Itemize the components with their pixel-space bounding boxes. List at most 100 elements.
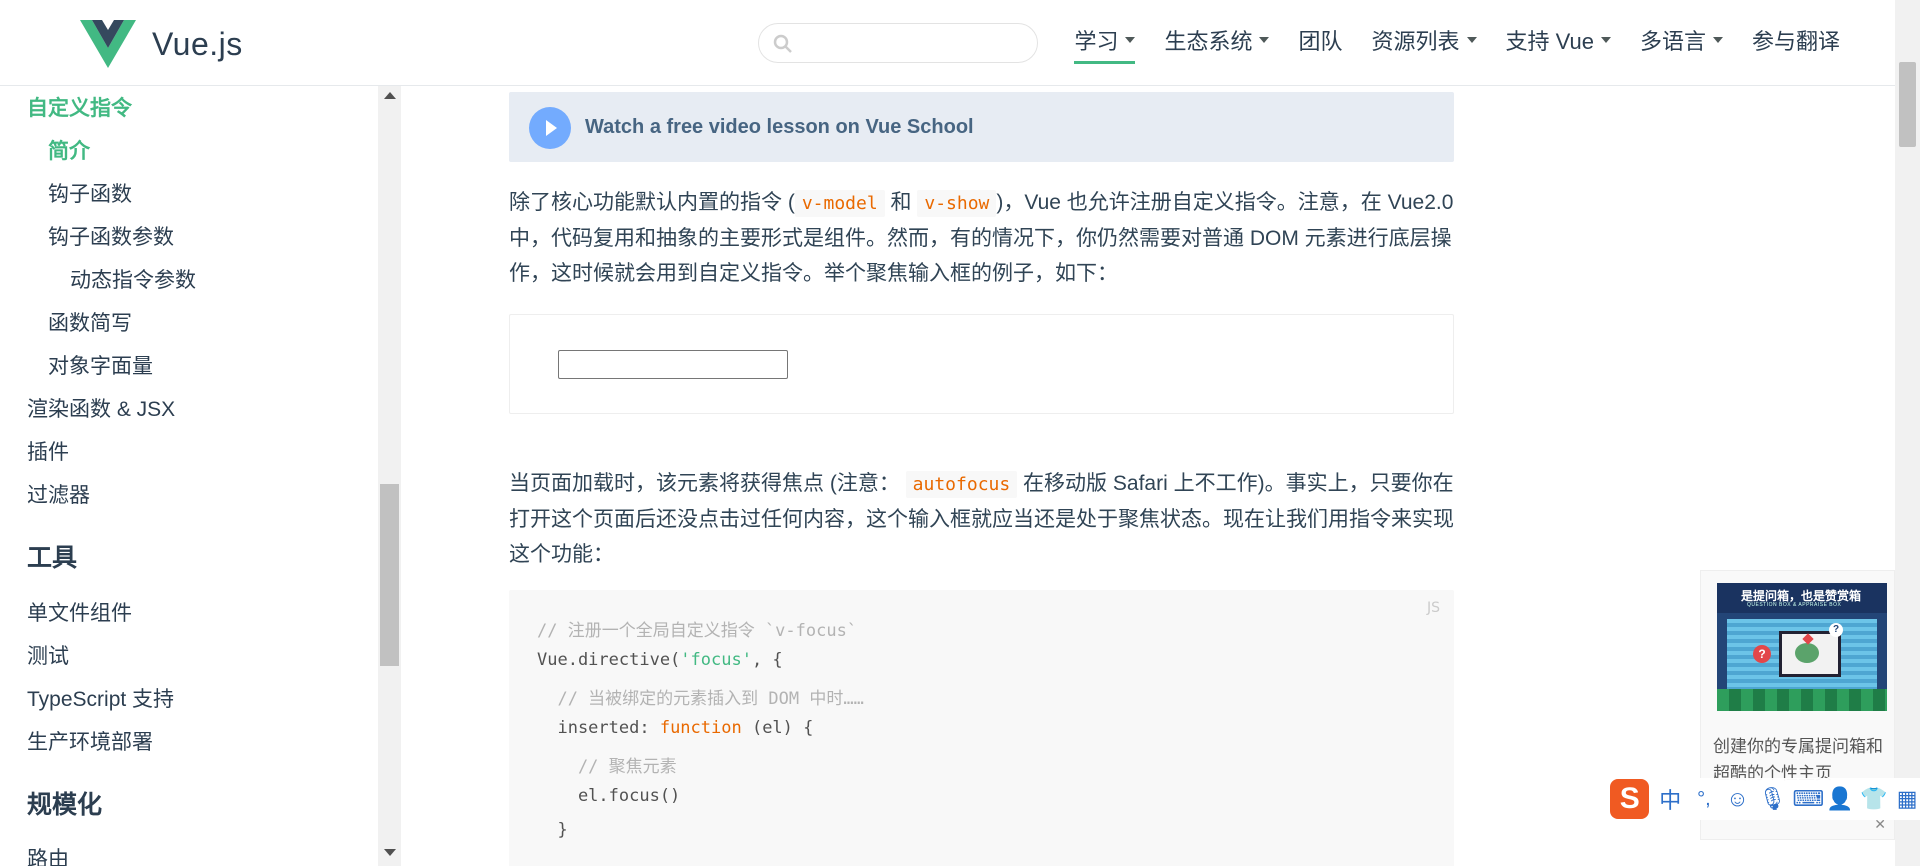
ad-image-floor	[1717, 689, 1887, 711]
ime-punctuation-toggle[interactable]: °,	[1691, 788, 1717, 811]
skin-icon[interactable]: 👕	[1860, 786, 1887, 812]
code-comment: // 当被绑定的元素插入到 DOM 中时……	[537, 689, 864, 709]
code-keyword: function	[659, 718, 742, 738]
code-line: // 注册一个全局自定义指令 `v-focus`	[537, 616, 857, 641]
sidebar-item-dynamic-arguments[interactable]: 动态指令参数	[70, 264, 196, 294]
page-scrollbar[interactable]	[1895, 0, 1920, 866]
text: 除了核心功能默认内置的指令 (	[509, 191, 795, 214]
play-icon	[529, 107, 571, 149]
nav-languages[interactable]: 多语言	[1640, 24, 1723, 64]
sidebar-item-deployment[interactable]: 生产环境部署	[27, 726, 153, 756]
nav-label: 生态系统	[1164, 29, 1253, 54]
sidebar-heading-scaling: 规模化	[27, 791, 103, 819]
nav-label: 参与翻译	[1751, 29, 1840, 54]
nav-label: 支持 Vue	[1505, 29, 1594, 54]
sidebar-item-testing[interactable]: 测试	[27, 640, 69, 670]
chevron-down-icon	[1125, 37, 1136, 43]
sidebar-item-sfc[interactable]: 单文件组件	[27, 597, 132, 627]
vue-logo-icon	[80, 20, 136, 68]
nav-resources[interactable]: 资源列表	[1372, 24, 1477, 64]
code-text: el.focus()	[537, 786, 681, 806]
code-line: }	[537, 820, 568, 840]
sogou-logo-icon[interactable]: S	[1610, 779, 1650, 819]
sidebar-heading-tools: 工具	[27, 544, 78, 572]
top-header: Vue.js 学习 生态系统 团队 资源列表 支持 Vue 多语言 参与翻译	[0, 0, 1895, 86]
sidebar-item-filters[interactable]: 过滤器	[27, 479, 90, 509]
nav-team[interactable]: 团队	[1298, 24, 1342, 64]
user-icon[interactable]: 👤	[1826, 786, 1853, 812]
code-line: // 聚焦元素	[537, 752, 677, 777]
sidebar-item-intro[interactable]: 简介	[48, 135, 90, 165]
nav-label: 资源列表	[1371, 29, 1460, 54]
scroll-down-arrow-icon[interactable]	[384, 849, 396, 856]
sidebar-item-hook-functions[interactable]: 钩子函数	[48, 178, 132, 208]
text: 当页面加载时，该元素将获得焦点 (注意：	[509, 472, 900, 495]
code-language-label: JS	[1426, 600, 1440, 616]
code-text: Vue.directive(	[537, 650, 681, 670]
demo-focus-input[interactable]	[558, 350, 788, 379]
scroll-up-arrow-icon[interactable]	[384, 92, 396, 99]
chevron-down-icon	[1600, 37, 1611, 43]
text: 和	[884, 191, 918, 214]
search-box[interactable]	[758, 23, 1038, 63]
nav-label: 团队	[1298, 29, 1343, 54]
nav-ecosystem[interactable]: 生态系统	[1164, 24, 1270, 64]
sidebar-item-custom-directive[interactable]: 自定义指令	[27, 92, 132, 122]
page-scrollbar-thumb[interactable]	[1899, 62, 1916, 147]
sidebar-item-function-shorthand[interactable]: 函数简写	[48, 307, 132, 337]
question-mark-icon: ?	[1829, 623, 1843, 637]
code-line: inserted: function (el) {	[537, 718, 813, 738]
chevron-down-icon	[1712, 37, 1723, 43]
intro-paragraph: 除了核心功能默认内置的指令 (v-model 和 v-show)，Vue 也允许…	[509, 185, 1459, 291]
ad-image-subtitle: QUESTION BOX & APPRAISE BOX	[1747, 602, 1842, 608]
sidebar-item-plugins[interactable]: 插件	[27, 436, 69, 466]
sidebar-item-typescript[interactable]: TypeScript 支持	[27, 683, 174, 713]
nav-support-vue[interactable]: 支持 Vue	[1506, 24, 1611, 64]
microphone-icon[interactable]: 🎙	[1758, 786, 1786, 812]
vue-school-link-text: Watch a free video lesson on Vue School	[585, 116, 974, 138]
code-line: Vue.directive('focus', {	[537, 650, 783, 670]
sidebar-scrollbar-thumb[interactable]	[380, 484, 399, 666]
nav-label: 多语言	[1639, 29, 1706, 54]
inline-code: autofocus	[905, 471, 1018, 498]
keyboard-icon[interactable]: ⌨	[1792, 786, 1824, 812]
nav-label: 学习	[1074, 29, 1119, 54]
ad-image[interactable]: 是提问箱，也是赞赏箱 QUESTION BOX & APPRAISE BOX ?…	[1717, 583, 1887, 711]
search-icon	[773, 34, 792, 53]
vue-school-banner[interactable]: Watch a free video lesson on Vue School	[509, 92, 1454, 162]
inline-code: v-show	[917, 190, 997, 217]
sidebar-item-object-literals[interactable]: 对象字面量	[48, 350, 153, 380]
ime-mode-toggle[interactable]: 中	[1657, 783, 1683, 815]
code-comment: // 注册一个全局自定义指令 `v-focus`	[537, 621, 858, 641]
code-text: (el) {	[741, 718, 814, 738]
logo-text: Vue.js	[152, 25, 243, 62]
emoji-icon[interactable]: ☺	[1725, 786, 1751, 812]
ime-toolbar: S 中 °, ☺ 🎙 ⌨ 👤 👕 ▦	[1610, 778, 1920, 820]
code-text: }	[537, 820, 568, 840]
demo-box	[509, 314, 1454, 414]
sidebar-item-render-jsx[interactable]: 渲染函数 & JSX	[27, 393, 175, 423]
code-line: el.focus()	[537, 786, 680, 806]
sidebar-item-routing[interactable]: 路由	[27, 843, 69, 866]
code-block: JS // 注册一个全局自定义指令 `v-focus` Vue.directiv…	[509, 590, 1454, 866]
ad-image-face	[1795, 643, 1819, 663]
main-content: Watch a free video lesson on Vue School …	[402, 86, 1895, 866]
focus-paragraph: 当页面加载时，该元素将获得焦点 (注意： autofocus 在移动版 Safa…	[509, 466, 1459, 572]
code-text: inserted:	[537, 718, 660, 738]
nav-translate[interactable]: 参与翻译	[1752, 24, 1840, 64]
main-nav: 学习 生态系统 团队 资源列表 支持 Vue 多语言 参与翻译	[1045, 24, 1840, 64]
question-mark-icon: ?	[1753, 645, 1771, 663]
chevron-down-icon	[1259, 37, 1270, 43]
code-line: // 当被绑定的元素插入到 DOM 中时……	[537, 684, 864, 709]
nav-learn[interactable]: 学习	[1074, 24, 1136, 64]
code-text: , {	[751, 650, 783, 670]
chevron-down-icon	[1466, 37, 1477, 43]
code-comment: // 聚焦元素	[537, 757, 677, 777]
code-string: 'focus'	[680, 650, 752, 670]
sidebar-item-hook-arguments[interactable]: 钩子函数参数	[48, 221, 174, 251]
grid-menu-icon[interactable]: ▦	[1894, 786, 1920, 812]
search-input[interactable]	[799, 30, 1028, 58]
vue-logo-link[interactable]: Vue.js	[80, 20, 243, 68]
sidebar-scrollbar[interactable]	[378, 86, 401, 866]
sidebar: 自定义指令 简介 钩子函数 钩子函数参数 动态指令参数 函数简写 对象字面量 渲…	[0, 86, 380, 866]
